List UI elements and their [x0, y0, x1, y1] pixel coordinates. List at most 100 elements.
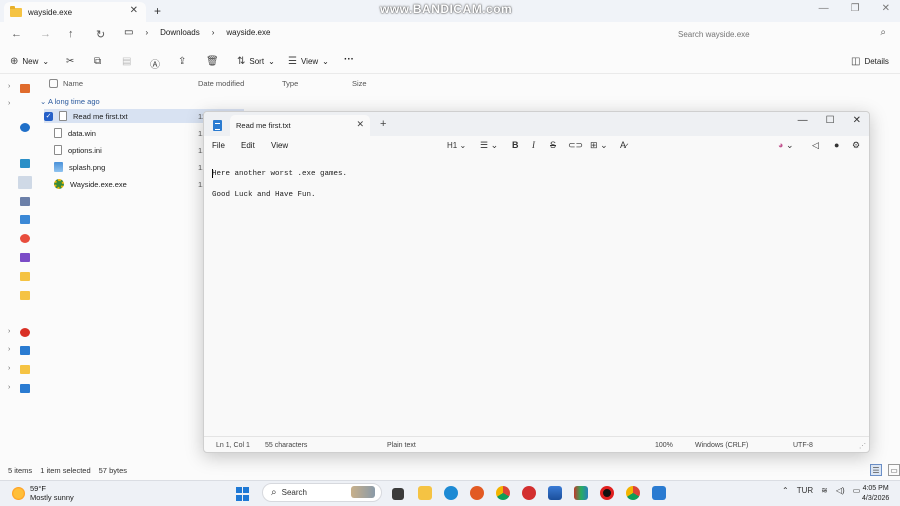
strikethrough-icon[interactable]: S [550, 140, 556, 150]
edge-icon[interactable] [444, 486, 458, 500]
resize-grip-icon[interactable]: ⋰ [859, 442, 866, 450]
sort-label: Sort [249, 57, 265, 66]
copilot-dropdown[interactable]: ◕ ⌄ [778, 140, 794, 151]
menu-edit[interactable]: Edit [241, 141, 255, 150]
chevron-right-icon[interactable]: › [8, 384, 10, 391]
list-dropdown[interactable]: ☰ ⌄ [480, 140, 498, 151]
notifications-icon[interactable]: ◁ [812, 140, 819, 151]
maximize-button[interactable]: ☐ [826, 115, 835, 126]
chevron-right-icon[interactable]: › [8, 83, 10, 90]
clock[interactable]: 4:05 PM 4/3/2026 [862, 484, 889, 504]
taskbar-search[interactable]: ⌕ Search [262, 483, 382, 502]
heading-dropdown[interactable]: H1 ⌄ [447, 141, 466, 150]
breadcrumb-current[interactable]: wayside.exe [226, 28, 270, 37]
refresh-icon[interactable]: ↻ [96, 28, 105, 41]
weather-widget[interactable]: 59°F Mostly sunny [12, 484, 74, 502]
photos-icon[interactable] [548, 486, 562, 500]
chevron-right-icon[interactable]: › [8, 346, 10, 353]
winrar-icon[interactable] [574, 486, 588, 500]
close-button[interactable]: ✕ [853, 115, 861, 126]
link-icon[interactable]: ⊂⊃ [568, 140, 583, 151]
bold-icon[interactable]: B [512, 140, 519, 150]
rename-icon[interactable]: Ⓐ [150, 56, 160, 71]
maximize-button[interactable]: ❐ [851, 3, 860, 14]
clear-formatting-icon[interactable]: A̷ [620, 140, 626, 150]
new-tab-button[interactable]: + [154, 4, 161, 18]
more-options-button[interactable]: ··· [344, 54, 354, 65]
firefox-icon[interactable] [470, 486, 484, 500]
network-icon[interactable] [20, 384, 30, 393]
column-header-type[interactable]: Type [282, 79, 298, 88]
search-icon[interactable]: ⌕ [880, 27, 886, 38]
close-button[interactable]: ✕ [882, 3, 890, 14]
group-header[interactable]: ⌄ A long time ago [40, 97, 100, 106]
wifi-icon[interactable]: ≋ [821, 486, 828, 495]
volume-icon[interactable]: ◁) [836, 486, 845, 495]
mail-app-icon[interactable] [522, 486, 536, 500]
close-tab-icon[interactable]: ✕ [130, 5, 138, 16]
start-windows-icon[interactable] [236, 487, 250, 501]
chrome-icon[interactable] [496, 486, 510, 500]
new-tab-button[interactable]: + [380, 118, 386, 130]
back-arrow-icon[interactable]: ← [11, 28, 22, 40]
menu-file[interactable]: File [212, 141, 225, 150]
folder-icon[interactable] [20, 291, 30, 300]
forward-arrow-icon[interactable]: → [40, 28, 51, 40]
column-header-size[interactable]: Size [352, 79, 367, 88]
details-view-icon[interactable]: ☰ [870, 464, 882, 476]
delete-icon[interactable]: 🗑 [206, 56, 219, 67]
cut-icon[interactable]: ✂ [66, 56, 74, 67]
home-icon[interactable] [20, 84, 30, 93]
desktop-icon[interactable] [20, 159, 30, 168]
notepad-tab[interactable]: Read me first.txt ✕ [230, 115, 370, 136]
table-dropdown[interactable]: ⊞ ⌄ [590, 140, 608, 151]
sort-button[interactable]: ⇅ Sort ⌄ [237, 56, 275, 67]
folder-icon[interactable] [20, 272, 30, 281]
bandicam-icon[interactable] [600, 486, 614, 500]
music-icon[interactable] [20, 234, 30, 243]
view-button[interactable]: ☰ View ⌄ [288, 56, 329, 67]
notepad-editor[interactable]: Here another worst .exe games. Good Luck… [212, 164, 852, 206]
file-explorer-icon[interactable] [418, 486, 432, 500]
tiles-view-icon[interactable]: ▭ [888, 464, 900, 476]
downloads-icon[interactable] [18, 176, 32, 189]
italic-icon[interactable]: I [532, 140, 535, 150]
up-arrow-icon[interactable]: ↑ [68, 28, 74, 40]
breadcrumb-downloads[interactable]: Downloads [160, 28, 200, 37]
documents-icon[interactable] [20, 197, 30, 206]
notepad-taskbar-icon[interactable] [652, 486, 666, 500]
copy-icon[interactable]: ⧉ [94, 56, 101, 67]
column-header-date[interactable]: Date modified [198, 79, 244, 88]
account-icon[interactable]: ● [834, 140, 839, 150]
select-all-checkbox[interactable] [49, 79, 58, 88]
file-name: data.win [68, 128, 96, 138]
onedrive-icon[interactable] [20, 123, 30, 132]
battery-icon[interactable]: ▭ [853, 486, 861, 495]
language-indicator[interactable]: TUR [797, 486, 813, 495]
column-header-name[interactable]: Name [63, 79, 83, 88]
minimize-button[interactable]: — [819, 3, 829, 14]
chevron-right-icon[interactable]: › [8, 100, 10, 107]
close-tab-icon[interactable]: ✕ [356, 119, 364, 130]
search-input[interactable] [678, 29, 868, 39]
app-folder-icon[interactable] [20, 328, 30, 337]
this-pc-icon[interactable] [20, 346, 30, 355]
paste-icon[interactable]: ▤ [122, 56, 131, 67]
details-button[interactable]: ◫ Details [851, 56, 889, 67]
row-checkbox[interactable]: ✓ [44, 111, 53, 121]
pictures-icon[interactable] [20, 215, 30, 224]
new-button[interactable]: ⊕ New ⌄ [10, 56, 49, 67]
settings-gear-icon[interactable]: ⚙ [852, 140, 860, 151]
videos-icon[interactable] [20, 253, 30, 262]
chevron-right-icon[interactable]: › [8, 328, 10, 335]
chevron-up-icon[interactable]: ⌃ [782, 486, 789, 495]
task-view-icon[interactable] [392, 488, 404, 500]
monitor-icon[interactable]: ▭ [124, 27, 133, 38]
minimize-button[interactable]: — [798, 115, 808, 126]
share-icon[interactable]: ⇪ [178, 56, 186, 67]
chevron-right-icon[interactable]: › [8, 365, 10, 372]
explorer-tab[interactable]: wayside.exe ✕ [4, 2, 146, 22]
menu-view[interactable]: View [271, 141, 288, 150]
folder-icon[interactable] [20, 365, 30, 374]
chrome-profile-icon[interactable] [626, 486, 640, 500]
